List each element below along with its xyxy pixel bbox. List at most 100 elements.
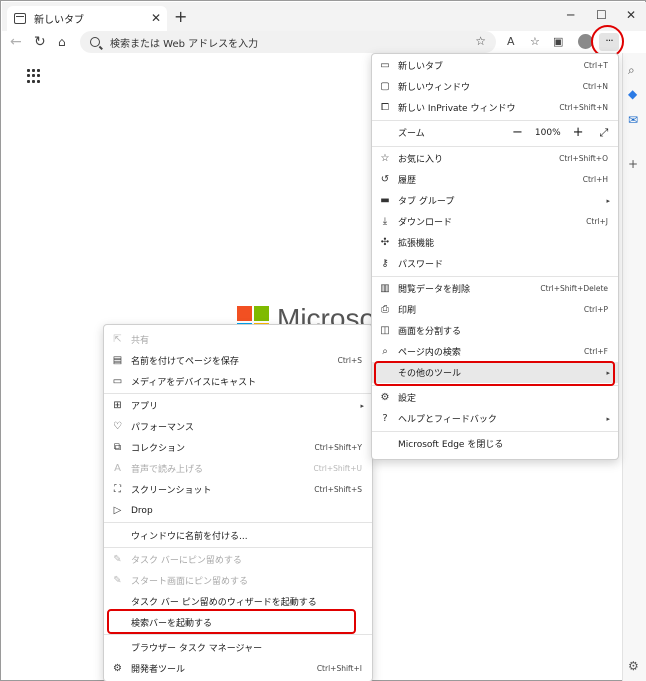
menu-item-print[interactable]: ⎙ 印刷 Ctrl+P: [372, 299, 618, 320]
menu-item-extensions[interactable]: ✣ 拡張機能: [372, 232, 618, 253]
download-icon: ⤓: [382, 216, 388, 227]
menu-item-split-screen[interactable]: ◫ 画面を分割する: [372, 320, 618, 341]
menu-item-clear-data[interactable]: ▥ 閲覧データを削除 Ctrl+Shift+Delete: [372, 278, 618, 299]
pin-icon: ✎: [113, 554, 122, 565]
favorite-star-icon[interactable]: ☆: [475, 34, 486, 48]
close-tab-icon[interactable]: ✕: [151, 11, 161, 25]
apps-icon: ⊞: [113, 400, 122, 411]
shopping-icon[interactable]: ◆: [628, 87, 637, 101]
minimize-button[interactable]: ─: [567, 8, 574, 22]
menu-item-passwords[interactable]: ⚷ パスワード: [372, 253, 618, 274]
help-icon: ?: [382, 413, 388, 424]
menu-item-performance[interactable]: ♡ パフォーマンス: [104, 416, 372, 437]
menu-item-cast[interactable]: ▭ メディアをデバイスにキャスト: [104, 371, 372, 392]
highlight-box-more-tools: [374, 361, 615, 386]
home-button[interactable]: ⌂: [58, 35, 66, 49]
browser-window: 新しいタブ ✕ + ─ ☐ ✕ ← ↻ ⌂ 検索または Web アドレスを入力 …: [0, 0, 646, 681]
cast-icon: ▭: [112, 376, 123, 387]
menu-item-help[interactable]: ? ヘルプとフィードバック ▸: [372, 408, 618, 429]
menu-item-history[interactable]: ↺ 履歴 Ctrl+H: [372, 169, 618, 190]
zoom-in-button[interactable]: +: [573, 125, 584, 140]
extensions-icon: ✣: [380, 237, 390, 248]
settings-icon: ⚙: [380, 392, 390, 403]
outlook-icon[interactable]: ✉: [628, 113, 638, 127]
address-placeholder: 検索または Web アドレスを入力: [110, 38, 259, 50]
delete-data-icon: ▥: [380, 283, 390, 294]
separator: [372, 276, 618, 277]
share-icon: ⇱: [113, 334, 122, 345]
search-icon[interactable]: ⌕: [628, 63, 635, 78]
separator: [104, 522, 372, 523]
menu-item-screenshot[interactable]: ⛶ スクリーンショット Ctrl+Shift+S: [104, 479, 372, 500]
add-sidebar-app-icon[interactable]: +: [628, 157, 638, 171]
separator: [104, 393, 372, 394]
separator: [104, 547, 372, 548]
sidebar-settings-icon[interactable]: ⚙: [628, 659, 639, 673]
collections-icon[interactable]: ▣: [553, 35, 563, 48]
zoom-value: 100%: [534, 127, 561, 138]
print-icon: ⎙: [381, 304, 389, 315]
menu-item-find[interactable]: ⌕ ページ内の検索 Ctrl+F: [372, 341, 618, 362]
new-tab-page-icon: [14, 13, 26, 24]
zoom-out-button[interactable]: −: [512, 125, 523, 140]
reading-view-icon[interactable]: A: [507, 35, 515, 48]
tab-title: 新しいタブ: [34, 15, 84, 26]
drop-icon: ▷: [113, 505, 122, 516]
settings-and-more-menu: ▭ 新しいタブ Ctrl+T ▢ 新しいウィンドウ Ctrl+N ⧠ 新しい I…: [371, 53, 619, 460]
apps-launcher-icon[interactable]: [27, 69, 41, 83]
title-bar: 新しいタブ ✕ + ─ ☐ ✕: [2, 2, 646, 31]
menu-item-favorites[interactable]: ☆ お気に入り Ctrl+Shift+O: [372, 148, 618, 169]
history-icon: ↺: [380, 174, 390, 185]
refresh-button[interactable]: ↻: [34, 34, 46, 50]
address-bar[interactable]: 検索または Web アドレスを入力 ☆: [80, 31, 496, 53]
maximize-button[interactable]: ☐: [596, 8, 607, 22]
tab-new-tab[interactable]: 新しいタブ ✕: [7, 6, 167, 31]
menu-item-pin-start[interactable]: ✎ スタート画面にピン留めする: [104, 570, 372, 591]
separator: [372, 120, 618, 121]
separator: [372, 431, 618, 432]
menu-item-settings[interactable]: ⚙ 設定: [372, 387, 618, 408]
menu-item-new-window[interactable]: ▢ 新しいウィンドウ Ctrl+N: [372, 76, 618, 97]
save-page-icon: ▤: [112, 355, 123, 366]
menu-item-save-page[interactable]: ▤ 名前を付けてページを保存 Ctrl+S: [104, 350, 372, 371]
menu-item-apps[interactable]: ⊞ アプリ ▸: [104, 395, 372, 416]
menu-item-devtools[interactable]: ⚙ 開発者ツール Ctrl+Shift+I: [104, 658, 372, 679]
find-icon: ⌕: [382, 346, 388, 357]
password-icon: ⚷: [381, 258, 389, 269]
toolbar: ← ↻ ⌂ 検索または Web アドレスを入力 ☆ A ☆ ▣ ···: [2, 31, 646, 53]
new-tab-icon: ▭: [380, 60, 390, 71]
menu-item-new-tab[interactable]: ▭ 新しいタブ Ctrl+T: [372, 55, 618, 76]
new-tab-button[interactable]: +: [174, 7, 187, 26]
favorites-icon: ☆: [380, 153, 390, 164]
fullscreen-icon[interactable]: ⤢: [600, 126, 609, 140]
split-screen-icon: ◫: [380, 325, 390, 336]
chevron-right-icon: ▸: [606, 414, 610, 423]
tab-group-icon: ▬: [380, 195, 390, 206]
menu-item-drop[interactable]: ▷ Drop: [104, 500, 372, 521]
back-button[interactable]: ←: [10, 34, 22, 50]
separator: [104, 634, 372, 635]
screenshot-icon: ⛶: [114, 484, 121, 495]
collections-icon: ⧉: [113, 442, 122, 453]
menu-item-downloads[interactable]: ⤓ ダウンロード Ctrl+J: [372, 211, 618, 232]
inprivate-icon: ⧠: [381, 102, 389, 113]
menu-item-task-manager[interactable]: ブラウザー タスク マネージャー: [104, 637, 372, 658]
performance-icon: ♡: [113, 421, 122, 432]
menu-item-name-window[interactable]: ウィンドウに名前を付ける...: [104, 525, 372, 546]
close-window-button[interactable]: ✕: [626, 8, 636, 22]
edge-sidebar: ⌕ ◆ ✉ + ⚙: [622, 53, 646, 681]
menu-item-new-inprivate[interactable]: ⧠ 新しい InPrivate ウィンドウ Ctrl+Shift+N: [372, 97, 618, 118]
menu-item-share[interactable]: ⇱ 共有: [104, 329, 372, 350]
menu-item-read-aloud[interactable]: A 音声で読み上げる Ctrl+Shift+U: [104, 458, 372, 479]
menu-item-zoom: ズーム − 100% + ⤢: [372, 122, 618, 143]
menu-item-tab-groups[interactable]: ▬ タブ グループ ▸: [372, 190, 618, 211]
new-window-icon: ▢: [380, 81, 390, 92]
menu-item-collections[interactable]: ⧉ コレクション Ctrl+Shift+Y: [104, 437, 372, 458]
devtools-icon: ⚙: [113, 663, 122, 674]
chevron-right-icon: ▸: [606, 196, 610, 205]
read-aloud-icon: A: [114, 463, 121, 474]
menu-item-close-edge[interactable]: Microsoft Edge を閉じる: [372, 433, 618, 454]
favorites-icon[interactable]: ☆: [530, 35, 540, 48]
menu-item-pin-taskbar[interactable]: ✎ タスク バーにピン留めする: [104, 549, 372, 570]
pin-icon: ✎: [113, 575, 122, 586]
